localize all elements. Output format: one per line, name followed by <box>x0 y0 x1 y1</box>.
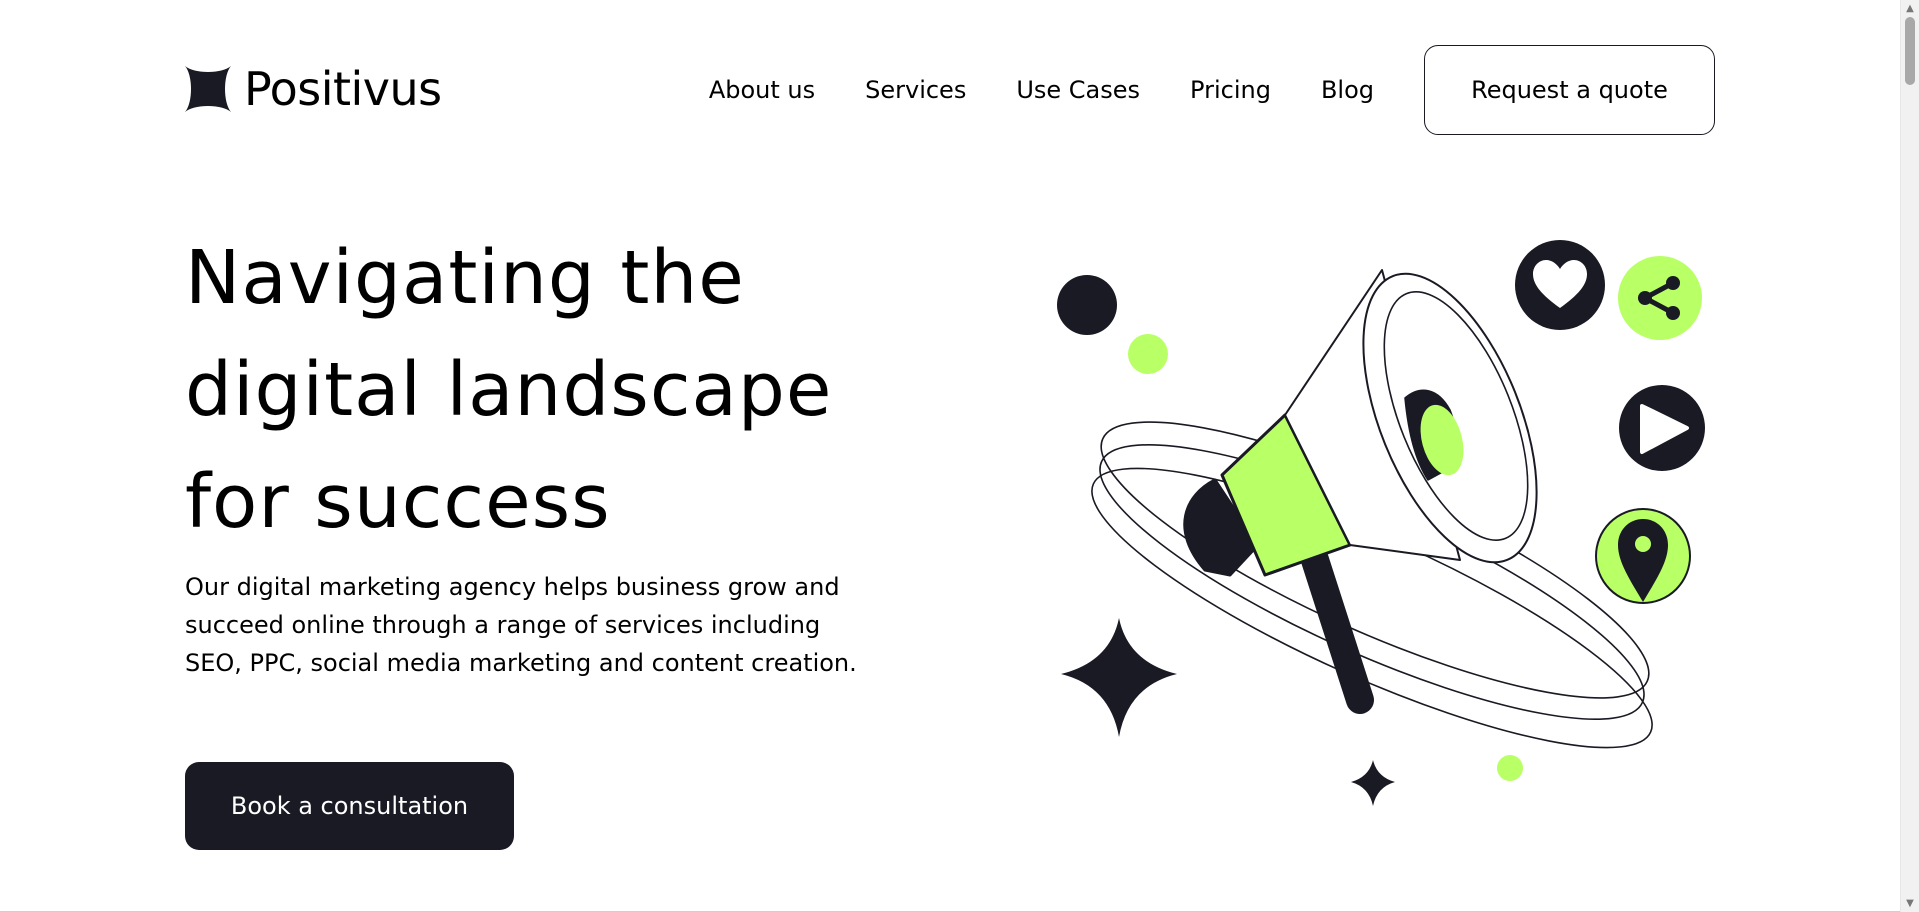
share-icon <box>1618 256 1702 340</box>
request-quote-button[interactable]: Request a quote <box>1424 45 1715 135</box>
black-dot <box>1057 275 1117 335</box>
nav-link-about-us[interactable]: About us <box>709 45 815 135</box>
sparkle-star-icon <box>1351 760 1395 806</box>
nav-link-use-cases[interactable]: Use Cases <box>1016 45 1140 135</box>
megaphone-icon <box>1183 269 1538 714</box>
scroll-up-arrow-icon[interactable]: ▲ <box>1901 0 1919 17</box>
green-dot <box>1128 334 1168 374</box>
hero-title-line: Navigating the <box>185 235 745 321</box>
main-nav: About us Services Use Cases Pricing Blog… <box>709 45 1715 135</box>
page: Positivus About us Services Use Cases Pr… <box>0 0 1900 912</box>
scroll-down-arrow-icon[interactable]: ▼ <box>1901 895 1919 912</box>
vertical-scrollbar[interactable]: ▲ ▼ <box>1900 0 1919 912</box>
play-icon <box>1619 385 1705 471</box>
nav-link-services[interactable]: Services <box>865 45 966 135</box>
nav-link-blog[interactable]: Blog <box>1321 45 1374 135</box>
hero-description: Our digital marketing agency helps busin… <box>185 573 857 677</box>
scrollbar-thumb[interactable] <box>1905 17 1915 85</box>
hero-title: Navigating the digital landscape for suc… <box>185 222 885 558</box>
hero-title-line: for success <box>185 459 611 545</box>
heart-icon <box>1515 240 1605 330</box>
sparkle-star-icon <box>1061 618 1177 737</box>
nav-link-pricing[interactable]: Pricing <box>1190 45 1271 135</box>
hero-title-line: digital landscape <box>185 347 833 433</box>
logo-star-icon <box>185 66 231 112</box>
green-dot-small <box>1497 755 1523 781</box>
book-consultation-button[interactable]: Book a consultation <box>185 762 514 850</box>
location-pin-icon <box>1595 508 1691 604</box>
brand-name: Positivus <box>244 62 442 116</box>
hero-illustration <box>1057 240 1705 806</box>
logo[interactable]: Positivus <box>185 66 442 112</box>
